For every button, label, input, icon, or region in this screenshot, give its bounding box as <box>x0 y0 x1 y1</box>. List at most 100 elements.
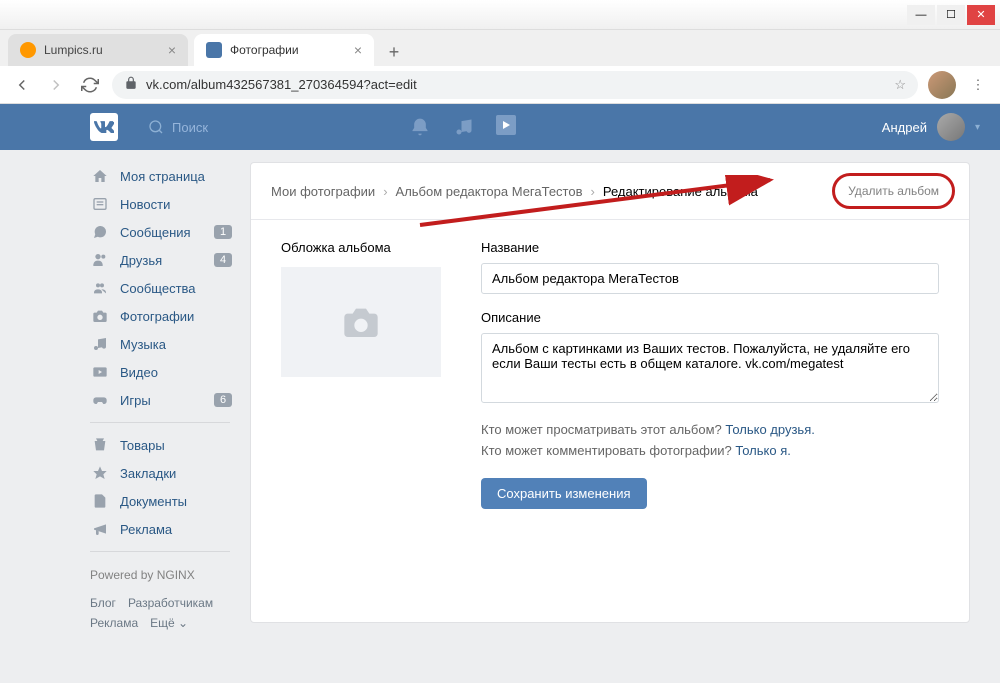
play-icon[interactable] <box>496 115 516 135</box>
search-box[interactable] <box>148 119 368 135</box>
view-permission-link[interactable]: Только друзья. <box>725 422 814 437</box>
search-icon <box>148 119 164 135</box>
photo-icon <box>90 308 110 324</box>
footer-link[interactable]: Блог <box>90 596 116 610</box>
ad-icon <box>90 521 110 537</box>
sidebar-links: Блог Разработчикам Реклама Ещё ⌄ <box>80 590 240 636</box>
delete-album-button[interactable]: Удалить альбом <box>838 179 949 203</box>
sidebar-item-label: Музыка <box>120 337 166 352</box>
description-textarea[interactable] <box>481 333 939 403</box>
breadcrumb: Мои фотографии › Альбом редактора МегаТе… <box>251 163 969 220</box>
sidebar-item-home[interactable]: Моя страница <box>80 162 240 190</box>
sidebar-item-ad[interactable]: Реклама <box>80 515 240 543</box>
view-permission-row: Кто может просматривать этот альбом? Тол… <box>481 422 939 437</box>
cover-label: Обложка альбома <box>281 240 441 255</box>
browser-tab-active[interactable]: Фотографии × <box>194 34 374 66</box>
sidebar-item-label: Видео <box>120 365 158 380</box>
sidebar-item-label: Товары <box>120 438 165 453</box>
form-content: Обложка альбома Название Описание Кто мо… <box>251 220 969 529</box>
music-icon[interactable] <box>452 115 476 139</box>
form-column: Название Описание Кто может просматриват… <box>481 240 939 509</box>
vk-logo[interactable] <box>90 113 118 141</box>
sidebar-item-label: Друзья <box>120 253 162 268</box>
reload-button[interactable] <box>78 73 102 97</box>
save-button[interactable]: Сохранить изменения <box>481 478 647 509</box>
footer-link[interactable]: Разработчикам <box>128 596 213 610</box>
titlebar: — ☐ ✕ <box>0 0 1000 30</box>
username: Андрей <box>882 120 927 135</box>
favicon-icon <box>206 42 222 58</box>
back-button[interactable] <box>10 73 34 97</box>
sidebar-item-message[interactable]: Сообщения 1 <box>80 218 240 246</box>
tab-close-icon[interactable]: × <box>168 42 176 58</box>
page-body: Моя страница Новости Сообщения 1 Друзья 4 Сооб… <box>0 150 1000 683</box>
badge: 6 <box>214 393 232 407</box>
footer-link[interactable]: Реклама <box>90 616 138 630</box>
comment-permission-row: Кто может комментировать фотографии? Тол… <box>481 443 939 458</box>
home-icon <box>90 168 110 184</box>
breadcrumb-current: Редактирование альбома <box>603 184 758 199</box>
sidebar-item-label: Сообщества <box>120 281 196 296</box>
footer-link[interactable]: Ещё ⌄ <box>150 616 188 630</box>
sidebar-item-group[interactable]: Сообщества <box>80 274 240 302</box>
group-icon <box>90 280 110 296</box>
sidebar-item-photo[interactable]: Фотографии <box>80 302 240 330</box>
badge: 1 <box>214 225 232 239</box>
sidebar-item-label: Реклама <box>120 522 172 537</box>
bookmark-star-icon[interactable]: ☆ <box>894 77 906 93</box>
sidebar-item-music[interactable]: Музыка <box>80 330 240 358</box>
notifications-icon[interactable] <box>408 115 432 139</box>
cart-icon <box>90 437 110 453</box>
camera-icon <box>337 302 385 342</box>
sidebar-item-friends[interactable]: Друзья 4 <box>80 246 240 274</box>
user-avatar-icon <box>937 113 965 141</box>
breadcrumb-link[interactable]: Мои фотографии <box>271 184 375 199</box>
tab-close-icon[interactable]: × <box>354 42 362 58</box>
url-text: vk.com/album432567381_270364594?act=edit <box>146 77 417 92</box>
sidebar-item-label: Моя страница <box>120 169 205 184</box>
description-label: Описание <box>481 310 939 325</box>
lock-icon <box>124 76 138 93</box>
comment-permission-link[interactable]: Только я. <box>735 443 791 458</box>
profile-avatar-icon[interactable] <box>928 71 956 99</box>
title-label: Название <box>481 240 939 255</box>
sidebar-item-label: Сообщения <box>120 225 191 240</box>
sidebar: Моя страница Новости Сообщения 1 Друзья 4 Сооб… <box>80 150 240 683</box>
window-close-button[interactable]: ✕ <box>967 5 995 25</box>
menu-button[interactable]: ⋮ <box>966 73 990 97</box>
sidebar-item-game[interactable]: Игры 6 <box>80 386 240 414</box>
video-icon <box>90 364 110 380</box>
chevron-right-icon: › <box>591 184 595 199</box>
sidebar-item-star[interactable]: Закладки <box>80 459 240 487</box>
sidebar-footer: Powered by NGINX <box>80 560 240 590</box>
url-input[interactable]: vk.com/album432567381_270364594?act=edit… <box>112 71 918 99</box>
new-tab-button[interactable]: + <box>380 38 408 66</box>
sidebar-item-video[interactable]: Видео <box>80 358 240 386</box>
window-minimize-button[interactable]: — <box>907 5 935 25</box>
sidebar-item-doc[interactable]: Документы <box>80 487 240 515</box>
star-icon <box>90 465 110 481</box>
game-icon <box>90 392 110 408</box>
sidebar-item-news[interactable]: Новости <box>80 190 240 218</box>
chevron-down-icon: ▾ <box>975 122 980 133</box>
badge: 4 <box>214 253 232 267</box>
forward-button[interactable] <box>44 73 68 97</box>
vk-header: Андрей ▾ <box>0 104 1000 150</box>
user-menu[interactable]: Андрей ▾ <box>882 113 980 141</box>
sidebar-item-label: Игры <box>120 393 151 408</box>
search-input[interactable] <box>172 120 348 135</box>
browser-tab-inactive[interactable]: Lumpics.ru × <box>8 34 188 66</box>
sidebar-item-cart[interactable]: Товары <box>80 431 240 459</box>
tab-title: Фотографии <box>230 43 346 57</box>
title-input[interactable] <box>481 263 939 294</box>
news-icon <box>90 196 110 212</box>
divider <box>90 422 230 423</box>
chevron-right-icon: › <box>383 184 387 199</box>
album-cover-placeholder[interactable] <box>281 267 441 377</box>
window-maximize-button[interactable]: ☐ <box>937 5 965 25</box>
music-icon <box>90 336 110 352</box>
cover-column: Обложка альбома <box>281 240 441 509</box>
sidebar-item-label: Фотографии <box>120 309 194 324</box>
favicon-icon <box>20 42 36 58</box>
breadcrumb-link[interactable]: Альбом редактора МегаТестов <box>396 184 583 199</box>
